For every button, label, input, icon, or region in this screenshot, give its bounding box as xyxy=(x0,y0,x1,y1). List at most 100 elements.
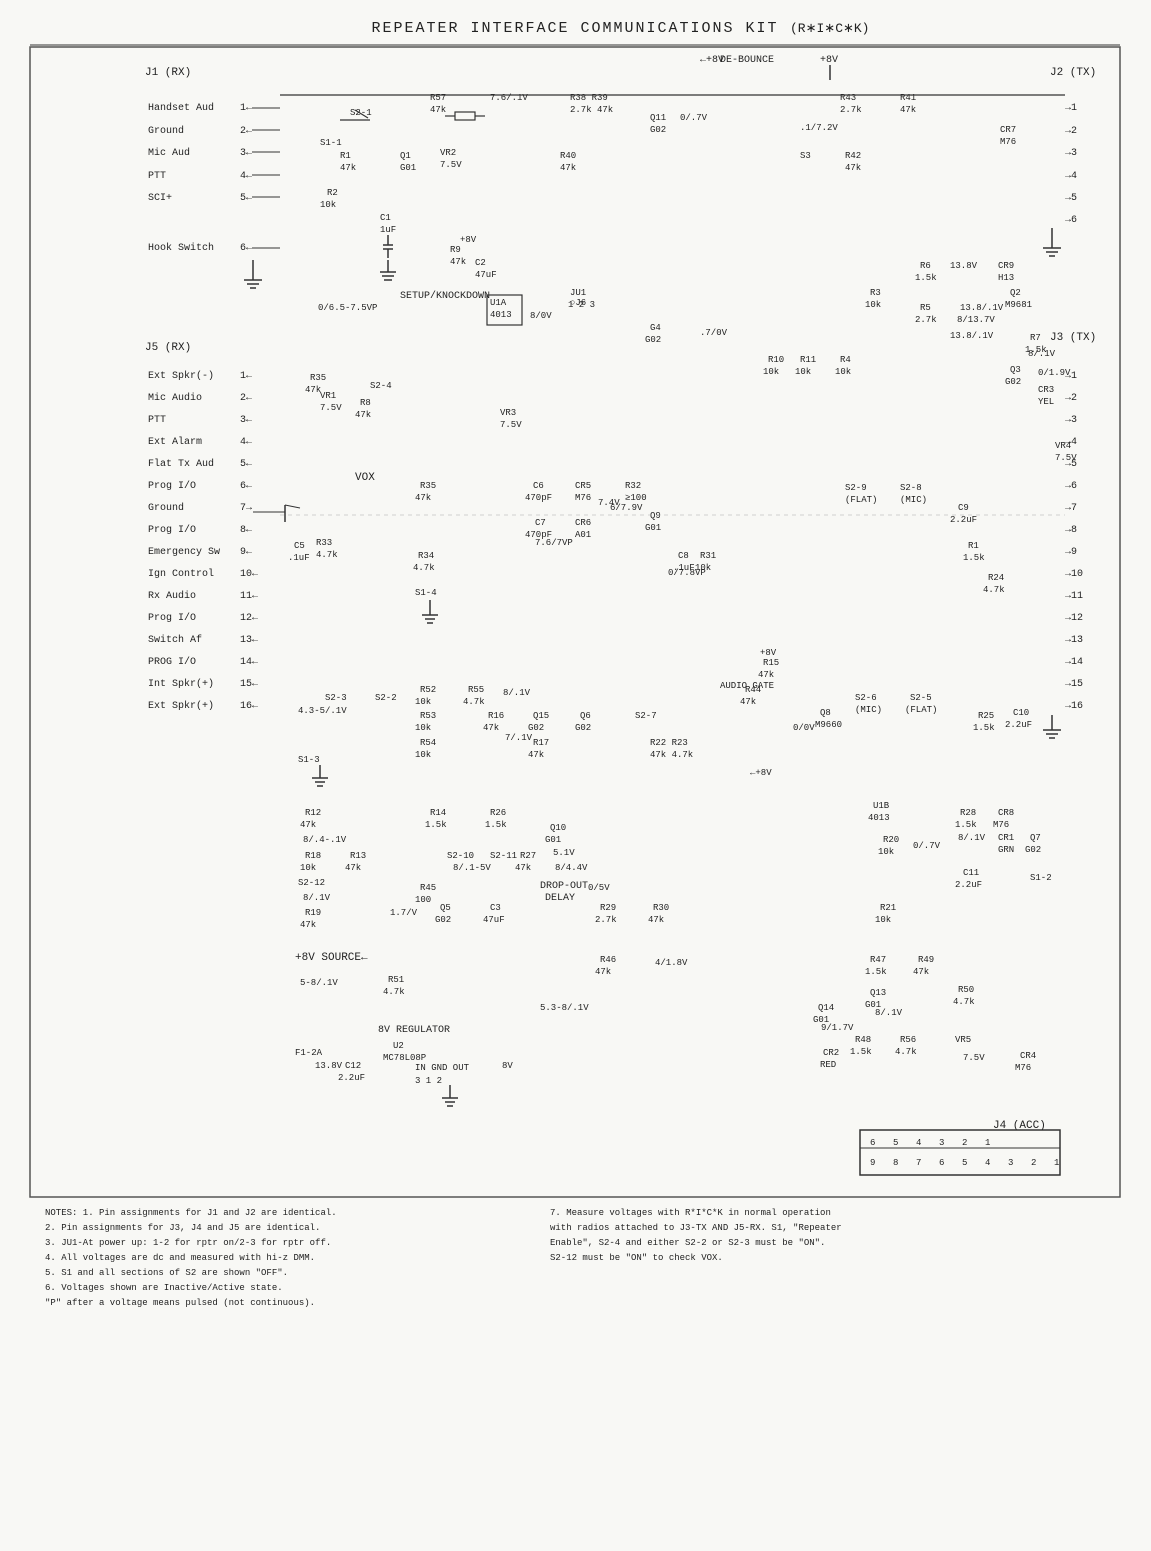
svg-text:R24: R24 xyxy=(988,573,1004,583)
svg-text:R15: R15 xyxy=(763,658,779,668)
svg-text:4/1.8V: 4/1.8V xyxy=(655,958,688,968)
svg-text:Ext Spkr(-): Ext Spkr(-) xyxy=(148,370,214,382)
svg-text:CR8: CR8 xyxy=(998,808,1014,818)
svg-text:Q1: Q1 xyxy=(400,151,411,161)
svg-text:R14: R14 xyxy=(430,808,446,818)
svg-text:0/6.5-7.5VP: 0/6.5-7.5VP xyxy=(318,303,377,313)
svg-text:9: 9 xyxy=(870,1158,875,1168)
svg-text:Mic Audio: Mic Audio xyxy=(148,392,202,404)
svg-text:1.7/V: 1.7/V xyxy=(390,908,418,918)
svg-text:4.7k: 4.7k xyxy=(316,550,338,560)
svg-text:47k: 47k xyxy=(340,163,356,173)
svg-text:SETUP/KNOCKDOWN: SETUP/KNOCKDOWN xyxy=(400,290,490,302)
svg-text:8/13.7V: 8/13.7V xyxy=(957,315,995,325)
svg-text:R3: R3 xyxy=(870,288,881,298)
svg-text:→6: →6 xyxy=(1065,481,1077,492)
svg-text:CR9: CR9 xyxy=(998,261,1014,271)
svg-text:1: 1 xyxy=(985,1138,990,1148)
svg-text:G02: G02 xyxy=(528,723,544,733)
svg-text:1←: 1← xyxy=(240,371,252,382)
svg-text:←+8V: ←+8V xyxy=(750,768,772,778)
svg-text:S3: S3 xyxy=(800,151,811,161)
svg-text:0/5V: 0/5V xyxy=(588,883,610,893)
svg-text:47k: 47k xyxy=(528,750,544,760)
svg-text:8/0V: 8/0V xyxy=(530,311,552,321)
svg-text:R50: R50 xyxy=(958,985,974,995)
svg-text:7.5V: 7.5V xyxy=(963,1053,985,1063)
svg-text:R8: R8 xyxy=(360,398,371,408)
svg-text:3←: 3← xyxy=(240,415,252,426)
svg-text:GRN: GRN xyxy=(998,845,1014,855)
svg-text:R13: R13 xyxy=(350,851,366,861)
svg-text:C10: C10 xyxy=(1013,708,1029,718)
svg-text:8/.4-.1V: 8/.4-.1V xyxy=(303,835,347,845)
svg-text:VR5: VR5 xyxy=(955,1035,971,1045)
svg-text:R29: R29 xyxy=(600,903,616,913)
svg-text:R1: R1 xyxy=(340,151,351,161)
svg-text:2.7k: 2.7k xyxy=(915,315,937,325)
svg-text:G02: G02 xyxy=(645,335,661,345)
svg-text:R49: R49 xyxy=(918,955,934,965)
svg-text:C2: C2 xyxy=(475,258,486,268)
svg-text:4←: 4← xyxy=(240,171,252,182)
svg-text:10k: 10k xyxy=(415,723,431,733)
svg-text:R4: R4 xyxy=(840,355,851,365)
svg-text:2.7k: 2.7k xyxy=(595,915,617,925)
svg-text:(FLAT): (FLAT) xyxy=(845,495,877,505)
svg-text:4.7k: 4.7k xyxy=(953,997,975,1007)
svg-text:A01: A01 xyxy=(575,530,591,540)
svg-text:13.8V: 13.8V xyxy=(950,261,978,271)
svg-text:4.7k: 4.7k xyxy=(895,1047,917,1057)
svg-text:47k: 47k xyxy=(758,670,774,680)
svg-text:→4: →4 xyxy=(1065,171,1077,182)
svg-text:M76: M76 xyxy=(575,493,591,503)
svg-text:8/.1V: 8/.1V xyxy=(875,1008,903,1018)
svg-text:12←: 12← xyxy=(240,613,258,624)
svg-text:0/.7V: 0/.7V xyxy=(913,841,941,851)
svg-text:R48: R48 xyxy=(855,1035,871,1045)
svg-text:1.5k: 1.5k xyxy=(850,1047,872,1057)
svg-text:5. S1 and all sections of S2 a: 5. S1 and all sections of S2 are shown "… xyxy=(45,1268,288,1278)
svg-text:Q11: Q11 xyxy=(650,113,666,123)
svg-text:47k: 47k xyxy=(355,410,371,420)
svg-text:13←: 13← xyxy=(240,635,258,646)
svg-text:G01: G01 xyxy=(545,835,561,845)
svg-text:10k: 10k xyxy=(865,300,881,310)
svg-text:R42: R42 xyxy=(845,151,861,161)
svg-text:0/0V: 0/0V xyxy=(793,723,815,733)
svg-text:2.2uF: 2.2uF xyxy=(1005,720,1032,730)
svg-text:47k: 47k xyxy=(560,163,576,173)
svg-text:PROG I/O: PROG I/O xyxy=(148,656,196,668)
svg-text:Int Spkr(+): Int Spkr(+) xyxy=(148,678,214,690)
svg-text:S2-12: S2-12 xyxy=(298,878,325,888)
svg-text:G02: G02 xyxy=(1005,377,1021,387)
svg-text:47k: 47k xyxy=(483,723,499,733)
svg-text:AUDIO GATE: AUDIO GATE xyxy=(720,681,774,691)
svg-text:+8V: +8V xyxy=(460,235,477,245)
svg-text:3 1 2: 3 1 2 xyxy=(415,1076,442,1086)
svg-text:8/.1V: 8/.1V xyxy=(958,833,986,843)
svg-text:1.5k: 1.5k xyxy=(915,273,937,283)
svg-text:7.5V: 7.5V xyxy=(320,403,342,413)
svg-text:6←: 6← xyxy=(240,481,252,492)
svg-text:6: 6 xyxy=(939,1158,944,1168)
svg-text:Q15: Q15 xyxy=(533,711,549,721)
svg-text:S2-7: S2-7 xyxy=(635,711,657,721)
svg-text:R25: R25 xyxy=(978,711,994,721)
svg-text:→2: →2 xyxy=(1065,393,1077,404)
svg-text:VR3: VR3 xyxy=(500,408,516,418)
svg-text:470pF: 470pF xyxy=(525,493,552,503)
svg-text:+8V SOURCE←: +8V SOURCE← xyxy=(295,952,368,964)
svg-text:C3: C3 xyxy=(490,903,501,913)
svg-text:JU1: JU1 xyxy=(570,288,586,298)
svg-text:CR5: CR5 xyxy=(575,481,591,491)
svg-text:CR1: CR1 xyxy=(998,833,1014,843)
svg-text:R2: R2 xyxy=(327,188,338,198)
svg-text:10k: 10k xyxy=(763,367,779,377)
svg-text:1.5k: 1.5k xyxy=(865,967,887,977)
svg-text:R19: R19 xyxy=(305,908,321,918)
svg-text:4.3-5/.1V: 4.3-5/.1V xyxy=(298,706,347,716)
svg-text:R7: R7 xyxy=(1030,333,1041,343)
svg-text:→13: →13 xyxy=(1065,635,1083,646)
svg-text:5←: 5← xyxy=(240,193,252,204)
